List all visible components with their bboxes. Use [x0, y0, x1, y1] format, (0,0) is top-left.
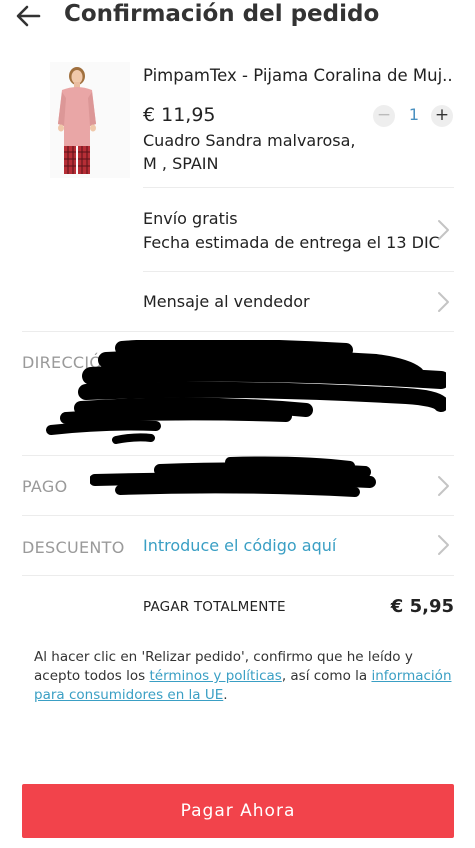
legal-text-suffix: .: [223, 687, 228, 703]
seller-message-label: Mensaje al vendedor: [143, 292, 310, 311]
chevron-right-icon[interactable]: [437, 219, 451, 241]
chevron-right-icon[interactable]: [437, 291, 451, 313]
order-confirmation-page: Confirmación del pedido PimpamTex - Pija…: [0, 0, 475, 848]
shipping-delivery-date: Fecha estimada de entrega el 13 DIC: [143, 233, 440, 252]
arrow-left-icon[interactable]: [15, 4, 41, 28]
total-label: PAGAR TOTALMENTE: [143, 599, 286, 615]
header: Confirmación del pedido: [0, 0, 475, 34]
legal-notice: Al hacer clic en 'Relizar pedido', confi…: [34, 648, 454, 705]
divider: [22, 331, 454, 332]
product-title[interactable]: PimpamTex - Pijama Coralina de Muj...: [143, 66, 453, 85]
chevron-right-icon[interactable]: [437, 534, 451, 556]
redacted-address: [46, 340, 446, 444]
decrease-quantity-button[interactable]: −: [373, 105, 395, 127]
quantity-stepper: − 1 +: [372, 104, 454, 128]
divider: [143, 271, 454, 272]
redacted-payment: [90, 456, 376, 497]
product-image[interactable]: [50, 62, 130, 178]
increase-quantity-button[interactable]: +: [431, 105, 453, 127]
shipping-free-label: Envío gratis: [143, 209, 238, 228]
discount-label: DESCUENTO: [22, 538, 125, 557]
pay-now-button[interactable]: Pagar Ahora: [22, 784, 454, 838]
product-variant: Cuadro Sandra malvarosa, M , SPAIN: [143, 129, 355, 175]
product-variant-line-2: M , SPAIN: [143, 154, 219, 173]
page-title: Confirmación del pedido: [64, 1, 380, 27]
divider: [22, 575, 454, 576]
product-variant-line-1: Cuadro Sandra malvarosa,: [143, 131, 356, 150]
quantity-value: 1: [408, 105, 420, 124]
legal-text-middle: , así como la: [281, 668, 372, 684]
product-price: € 11,95: [143, 104, 216, 126]
payment-label: PAGO: [22, 477, 68, 496]
divider: [143, 187, 454, 188]
divider: [22, 515, 454, 516]
total-value: € 5,95: [390, 596, 454, 617]
chevron-right-icon[interactable]: [437, 475, 451, 497]
discount-code-link[interactable]: Introduce el código aquí: [143, 536, 336, 555]
terms-link[interactable]: términos y políticas: [149, 668, 281, 684]
